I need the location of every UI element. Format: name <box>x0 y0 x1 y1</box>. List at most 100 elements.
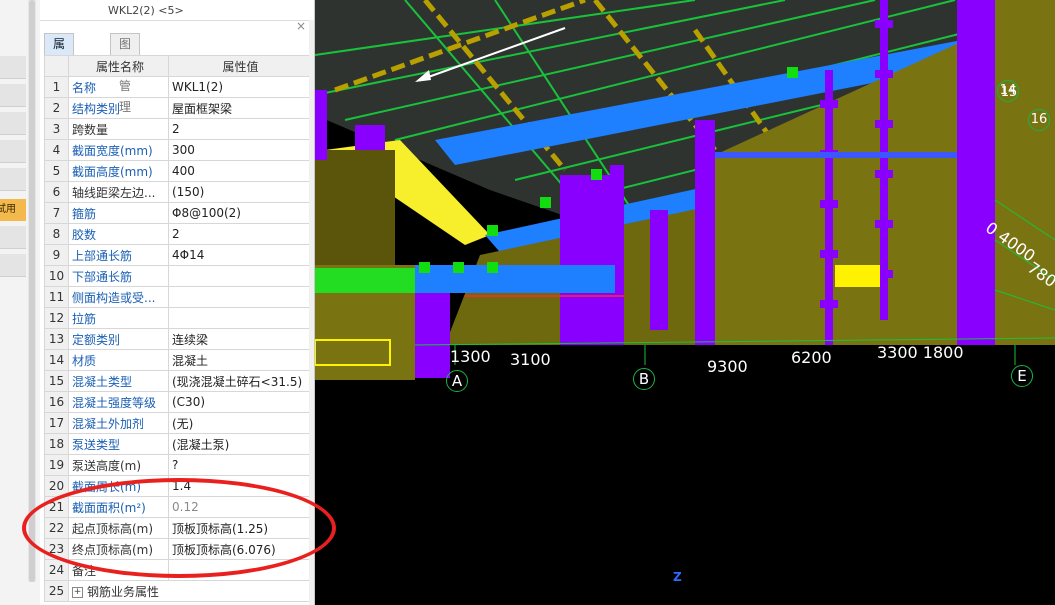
toolbar-button[interactable] <box>0 112 26 135</box>
toolbar-button[interactable] <box>0 56 26 79</box>
property-value[interactable]: (混凝土泵) <box>168 433 310 455</box>
table-row[interactable]: 14 材质 混凝土 <box>44 349 310 371</box>
property-value[interactable] <box>168 265 310 287</box>
property-value[interactable]: 300 <box>168 139 310 161</box>
table-row[interactable]: 6 轴线距梁左边... (150) <box>44 181 310 203</box>
property-name: 跨数量 <box>68 118 169 140</box>
property-value[interactable]: 混凝土 <box>168 349 310 371</box>
axis-marker-a[interactable]: A <box>446 370 468 392</box>
property-value[interactable] <box>168 307 310 329</box>
mid-beam <box>715 152 957 158</box>
axis-marker-15[interactable]: 15 <box>999 83 1019 103</box>
table-row[interactable]: 23 终点顶标高(m) 顶板顶标高(6.076) <box>44 538 310 560</box>
tab-layer-management[interactable]: 图层管理 <box>110 33 141 114</box>
property-name: 定额类别 <box>68 328 169 350</box>
3d-viewport[interactable]: 1300 3100 9300 6200 3300 1800 0 4000 780… <box>315 0 1055 605</box>
table-row[interactable]: 9 上部通长筋 4Φ14 <box>44 244 310 266</box>
property-value[interactable] <box>168 559 310 581</box>
panel-scrollbar[interactable] <box>309 20 314 605</box>
property-name: 侧面构造或受... <box>68 286 169 308</box>
row-number: 21 <box>44 496 69 518</box>
table-row[interactable]: 7 箍筋 Φ8@100(2) <box>44 202 310 224</box>
property-value[interactable]: 顶板顶标高(1.25) <box>168 517 310 539</box>
trial-button[interactable]: 试用 <box>0 199 26 221</box>
property-value[interactable]: 1.4 <box>168 475 310 497</box>
toolbar-button[interactable] <box>0 84 26 107</box>
table-row[interactable]: 12 拉筋 <box>44 307 310 329</box>
row-number: 8 <box>44 223 69 245</box>
property-name: 泵送高度(m) <box>68 454 169 476</box>
property-value[interactable]: 连续梁 <box>168 328 310 350</box>
property-name: 箍筋 <box>68 202 169 224</box>
property-name: 混凝土强度等级 <box>68 391 169 413</box>
toolbar-button[interactable] <box>0 254 26 277</box>
property-value[interactable]: 0.12 <box>168 496 310 518</box>
table-row[interactable]: 1 名称 WKL1(2) <box>44 76 310 98</box>
tab-property-list[interactable]: 属性列表 <box>44 33 75 114</box>
property-value[interactable]: ? <box>168 454 310 476</box>
table-row[interactable]: 17 混凝土外加剂 (无) <box>44 412 310 434</box>
property-value[interactable]: (无) <box>168 412 310 434</box>
table-row[interactable]: 18 泵送类型 (混凝土泵) <box>44 433 310 455</box>
dimension-label: 9300 <box>707 357 748 376</box>
table-row[interactable]: 25 + 钢筋业务属性 <box>44 580 310 602</box>
property-name: 混凝土外加剂 <box>68 412 169 434</box>
axis-marker-16[interactable]: 16 <box>1028 109 1050 131</box>
row-number: 22 <box>44 517 69 539</box>
property-value[interactable]: WKL1(2) <box>168 76 310 98</box>
table-row[interactable]: 21 截面面积(m²) 0.12 <box>44 496 310 518</box>
table-row[interactable]: 13 定额类别 连续梁 <box>44 328 310 350</box>
table-row[interactable]: 4 截面宽度(mm) 300 <box>44 139 310 161</box>
component-list-item[interactable]: WKL2(2) <5> <box>108 4 184 17</box>
row-number: 20 <box>44 475 69 497</box>
sidebar-scrollbar-thumb[interactable] <box>29 0 35 582</box>
row-number: 5 <box>44 160 69 182</box>
table-row[interactable]: 3 跨数量 2 <box>44 118 310 140</box>
property-name: 泵送类型 <box>68 433 169 455</box>
table-row[interactable]: 11 侧面构造或受... <box>44 286 310 308</box>
dimension-label: 6200 <box>791 348 832 367</box>
table-row[interactable]: 15 混凝土类型 (现浇混凝土碎石<31.5) <box>44 370 310 392</box>
property-value[interactable]: (C30) <box>168 391 310 413</box>
table-row[interactable]: 5 截面高度(mm) 400 <box>44 160 310 182</box>
property-value[interactable]: 400 <box>168 160 310 182</box>
property-name: 截面周长(m) <box>68 475 169 497</box>
property-value[interactable]: 2 <box>168 118 310 140</box>
table-row[interactable]: 20 截面周长(m) 1.4 <box>44 475 310 497</box>
property-name: 胶数 <box>68 223 169 245</box>
axis-marker-b[interactable]: B <box>633 368 655 390</box>
table-row[interactable]: 10 下部通长筋 <box>44 265 310 287</box>
toolbar-button[interactable] <box>0 168 26 191</box>
property-value[interactable] <box>168 286 310 308</box>
row-number: 11 <box>44 286 69 308</box>
toolbar-button[interactable] <box>0 226 26 249</box>
property-value[interactable]: 2 <box>168 223 310 245</box>
property-value[interactable]: (150) <box>168 181 310 203</box>
row-number: 7 <box>44 202 69 224</box>
table-row[interactable]: 19 泵送高度(m)? <box>44 454 310 476</box>
row-number: 1 <box>44 76 69 98</box>
property-value[interactable]: 屋面框架梁 <box>168 97 310 119</box>
table-row[interactable]: 22 起点顶标高(m) 顶板顶标高(1.25) <box>44 517 310 539</box>
selected-element[interactable] <box>835 265 880 287</box>
close-icon[interactable]: × <box>296 20 306 32</box>
property-name: 终点顶标高(m) <box>68 538 169 560</box>
table-row[interactable]: 8 胶数 2 <box>44 223 310 245</box>
property-value[interactable]: Φ8@100(2) <box>168 202 310 224</box>
table-row[interactable]: 2 结构类别 屋面框架梁 <box>44 97 310 119</box>
property-name: 混凝土类型 <box>68 370 169 392</box>
table-row[interactable]: 16 混凝土强度等级 (C30) <box>44 391 310 413</box>
row-number: 25 <box>44 580 69 602</box>
property-value[interactable]: 4Φ14 <box>168 244 310 266</box>
property-value[interactable]: (现浇混凝土碎石<31.5) <box>168 370 310 392</box>
expand-icon[interactable]: + <box>72 586 83 598</box>
property-name: + 钢筋业务属性 <box>68 580 310 602</box>
axis-marker-e[interactable]: E <box>1011 365 1033 387</box>
3d-model-scene <box>315 0 1055 380</box>
row-number: 18 <box>44 433 69 455</box>
property-value[interactable]: 顶板顶标高(6.076) <box>168 538 310 560</box>
property-name-label: 钢筋业务属性 <box>87 584 160 599</box>
table-row[interactable]: 24 备注 <box>44 559 310 581</box>
toolbar-button[interactable] <box>0 140 26 163</box>
header-value: 属性值 <box>168 55 310 77</box>
